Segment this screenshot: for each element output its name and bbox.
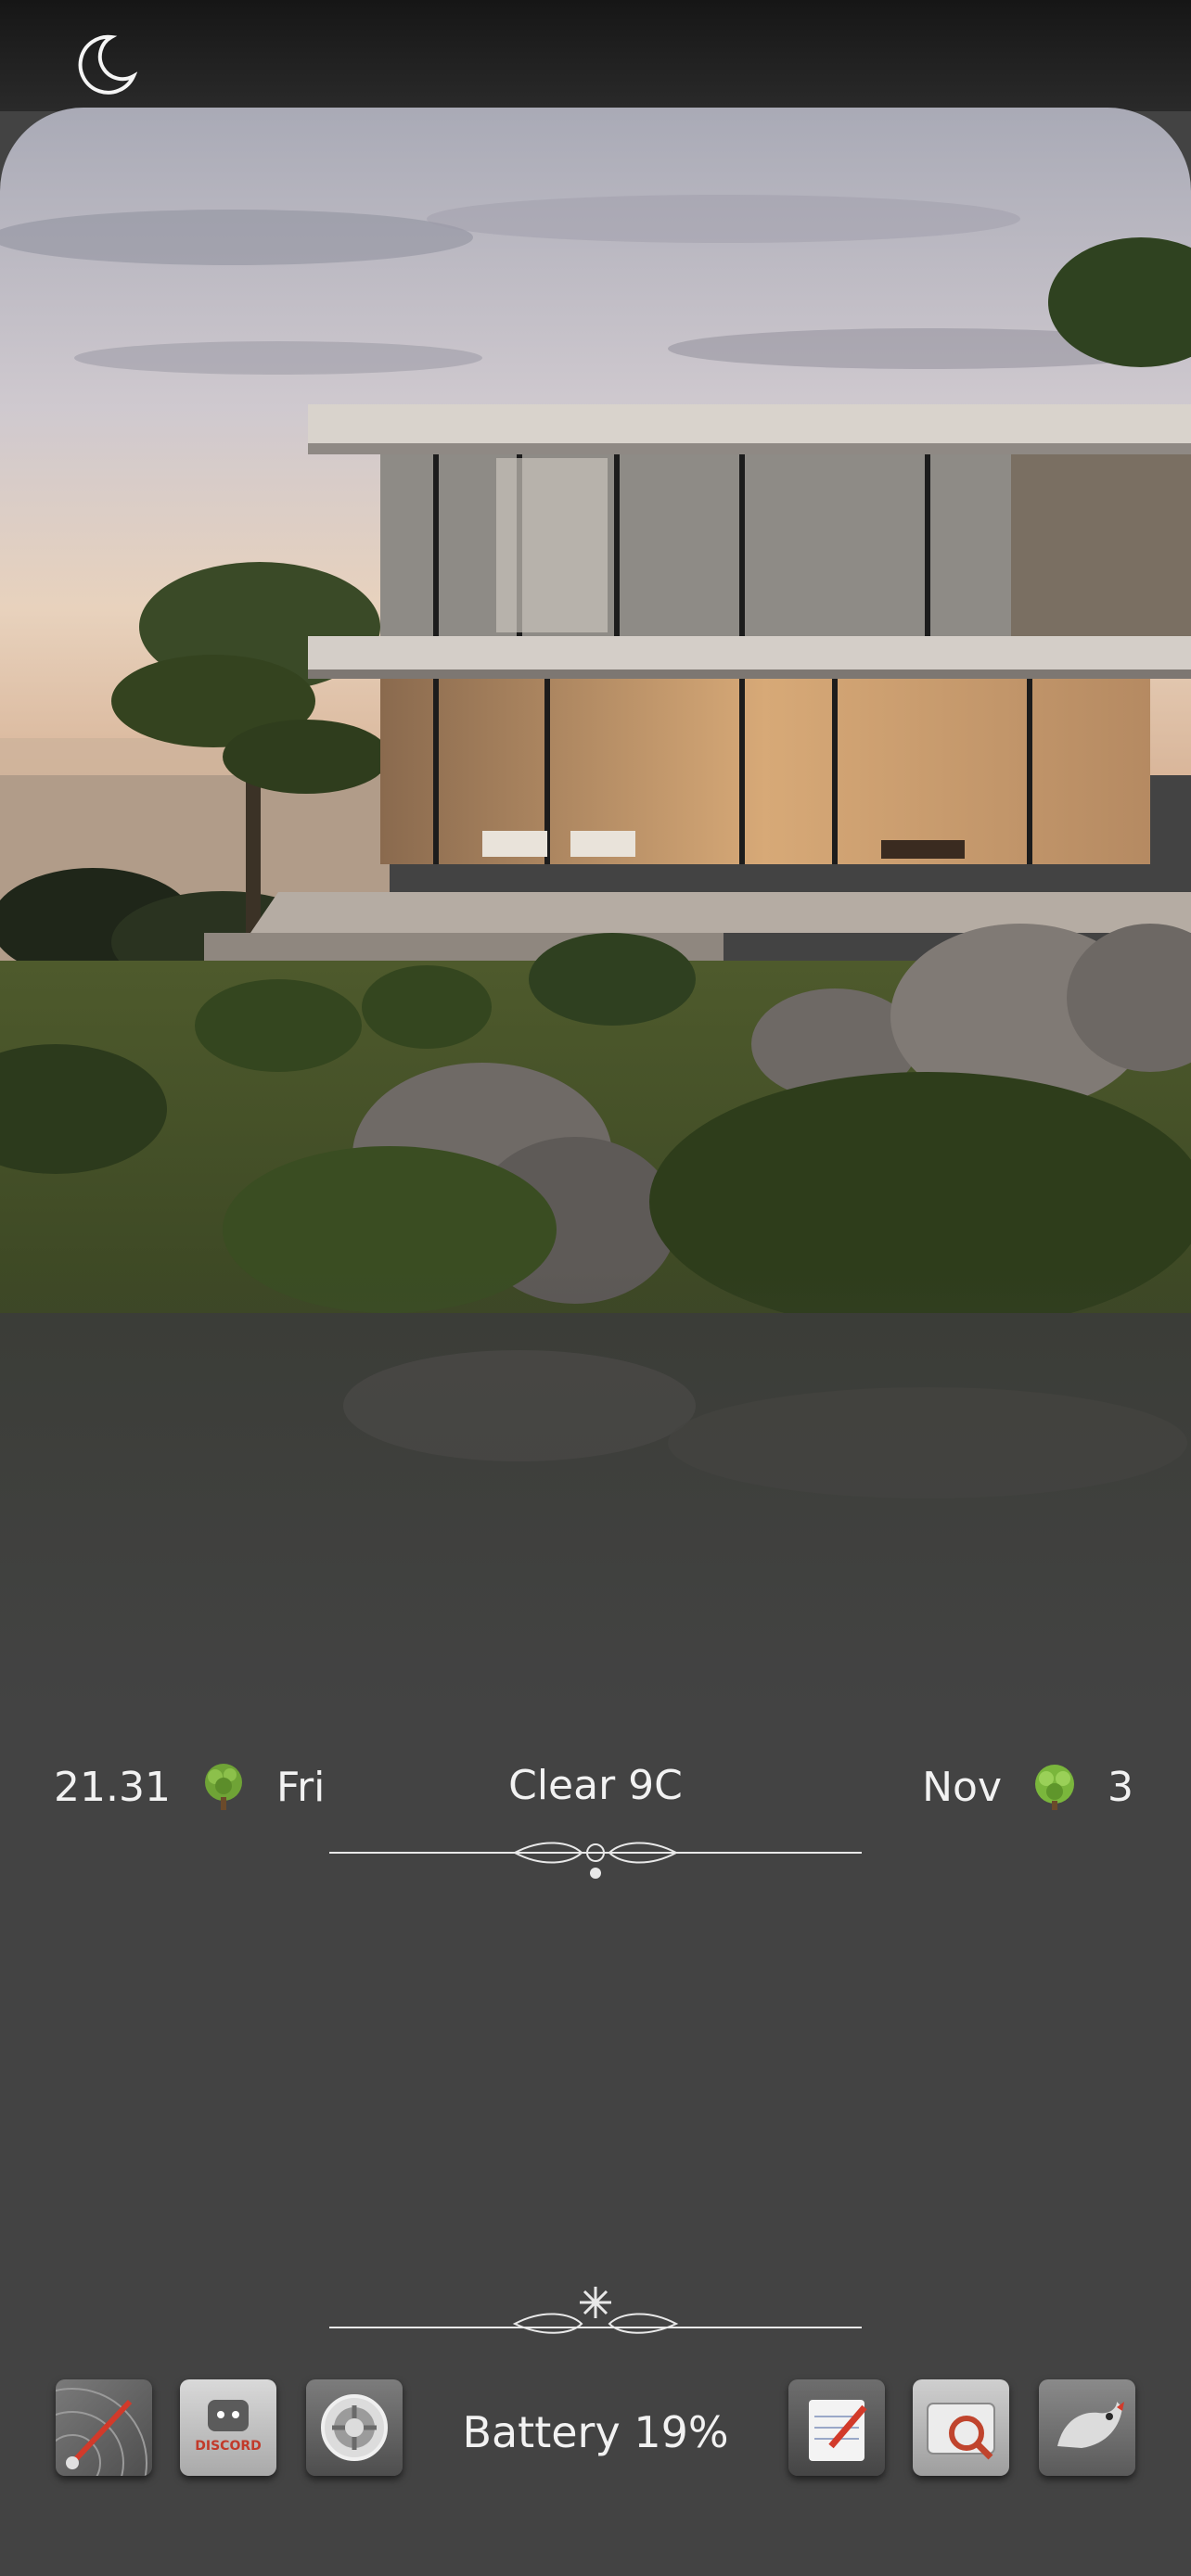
crescent-moon-icon [78,34,137,95]
bird-app-icon[interactable] [1039,2379,1135,2476]
wallpaper-image [0,108,1191,1749]
date-label: 3 [1108,1763,1133,1811]
dock: DISCORD Battery 19% [0,2379,1191,2481]
tree-icon [1035,1765,1074,1810]
info-widget: 21.31 Fri Clear 9C Nov 3 [0,1762,1191,1817]
wallpaper-fade [0,1267,1191,1749]
ornament-divider [329,2287,862,2334]
ornament-divider [329,1842,862,1879]
month-label: Nov [922,1763,1002,1811]
notes-app-icon[interactable] [788,2379,885,2476]
battery-label: Battery 19% [462,2407,729,2457]
status-bar [0,0,1191,111]
file-search-app-icon[interactable] [913,2379,1009,2476]
